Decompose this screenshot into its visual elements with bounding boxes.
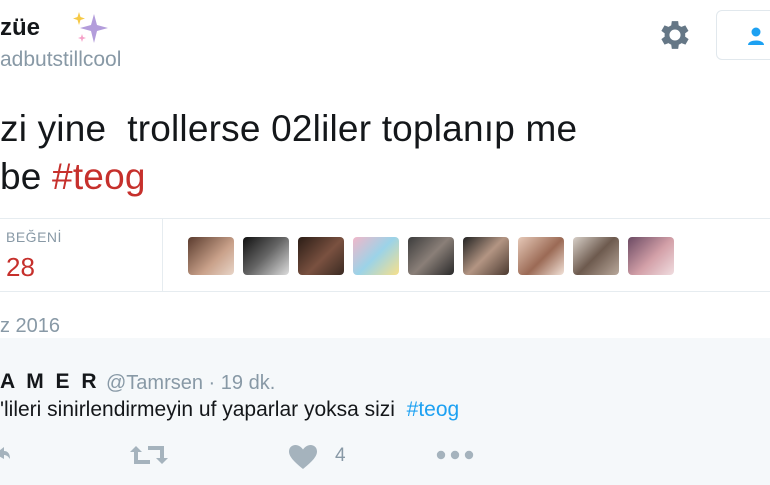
liker-avatar[interactable] [463,237,509,275]
reply-time[interactable]: 19 dk. [221,372,275,394]
liker-avatar[interactable] [243,237,289,275]
heart-icon[interactable] [288,444,318,470]
liker-avatar[interactable] [573,237,619,275]
reply-meta: @Tamrsen · 19 dk. [106,372,275,395]
divider [0,291,770,292]
reply-hashtag-link[interactable]: #teog [407,398,460,421]
user-handle[interactable]: adbutstillcool [0,48,121,72]
gear-icon[interactable] [656,16,694,54]
reply-text: 'lileri sinirlendirmeyin uf yaparlar yok… [0,398,459,422]
divider [162,218,163,292]
reply-author-name[interactable]: A M E R [0,370,100,394]
user-display-name[interactable]: züe [0,14,40,42]
tweet-text-line-1: zi yine trollerse 02liler toplanıp me [0,108,578,149]
reply-separator: · [203,372,221,394]
liker-avatar[interactable] [188,237,234,275]
divider [0,218,770,219]
tweet-hashtag-link[interactable]: #teog [52,156,146,197]
likes-count[interactable]: 28 [6,252,35,283]
follow-user-icon [748,27,764,45]
retweet-icon[interactable] [130,443,168,467]
liker-avatar[interactable] [518,237,564,275]
more-dots-icon[interactable] [436,450,474,460]
liker-avatar[interactable] [353,237,399,275]
liker-avatar[interactable] [628,237,674,275]
follow-button[interactable] [716,10,770,60]
sparkles-icon [73,12,108,43]
reply-like-count: 4 [335,445,346,466]
liker-avatar[interactable] [298,237,344,275]
likes-label: BEĞENİ [6,229,62,245]
tweet-text-line-2: be #teog [0,156,146,198]
reply-text-prefix: 'lileri sinirlendirmeyin uf yaparlar yok… [0,398,407,421]
tweet-date: z 2016 [0,315,61,337]
liker-avatar[interactable] [408,237,454,275]
reply-author-handle[interactable]: @Tamrsen [106,372,203,394]
reply-icon[interactable] [0,445,10,463]
tweet-text-prefix: be [0,156,53,197]
